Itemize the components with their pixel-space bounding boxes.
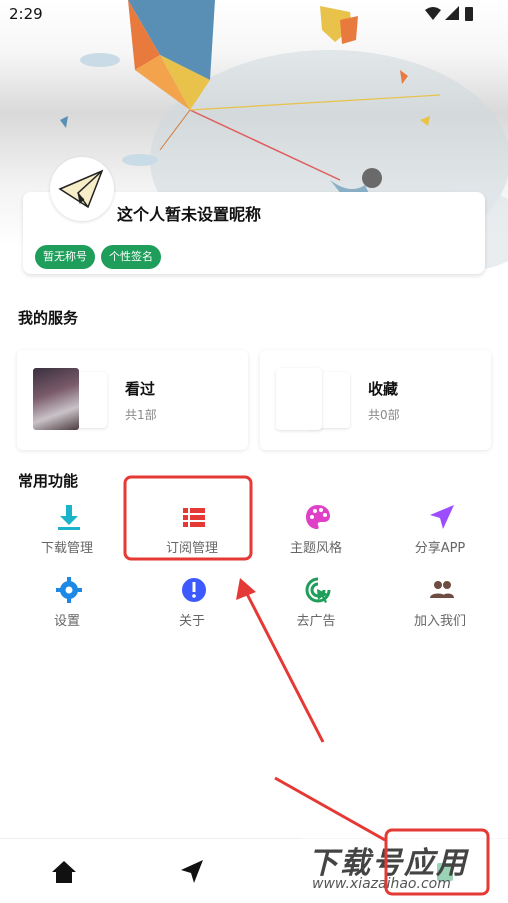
signal-icon [445, 6, 459, 20]
home-icon [52, 861, 76, 883]
cover-placeholder [276, 368, 322, 430]
watermark-url: www.xiazaihao.com [312, 876, 451, 892]
theme-style-label: 主题风格 [289, 541, 342, 556]
remove-ads-label: 去广告 [296, 614, 336, 629]
share-app-label: 分享APP [414, 541, 466, 556]
list-icon [183, 508, 205, 527]
about-button[interactable]: 关于 [142, 576, 242, 636]
tag-signature[interactable]: 个性签名 [101, 245, 161, 269]
history-card[interactable]: 看过 共1部 [17, 350, 248, 450]
avatar[interactable] [50, 157, 114, 221]
send-icon [181, 860, 203, 883]
battery-icon [465, 7, 473, 21]
cover-stack [33, 368, 108, 430]
cover-thumbnail [33, 368, 79, 430]
cover-stack [276, 368, 351, 430]
nav-discover[interactable] [177, 857, 207, 887]
wifi-icon [425, 7, 441, 20]
palette-icon [306, 505, 330, 529]
send-icon [430, 505, 454, 529]
download-manager-label: 下载管理 [40, 541, 93, 556]
download-icon [58, 505, 80, 530]
favorites-card[interactable]: 收藏 共0部 [260, 350, 491, 450]
info-icon [182, 578, 206, 602]
download-manager-button[interactable]: 下载管理 [17, 503, 117, 563]
favorites-count: 共0部 [368, 408, 400, 422]
share-app-button[interactable]: 分享APP [390, 503, 490, 563]
nickname[interactable]: 这个人暂未设置昵称 [117, 201, 261, 225]
favorites-title: 收藏 [368, 380, 399, 398]
tag-title[interactable]: 暂无称号 [35, 245, 95, 269]
status-time: 2:29 [9, 5, 43, 23]
group-icon [430, 581, 454, 598]
settings-button[interactable]: 设置 [17, 576, 117, 636]
services-title: 我的服务 [18, 309, 79, 327]
functions-title: 常用功能 [18, 472, 79, 490]
paper-plane-icon [58, 169, 104, 209]
history-title: 看过 [125, 380, 156, 398]
join-us-label: 加入我们 [413, 614, 466, 629]
cursor-click-icon [305, 577, 331, 603]
status-icons [425, 6, 473, 21]
status-bar: 2:29 [0, 0, 508, 28]
about-label: 关于 [178, 614, 205, 629]
subscription-manager-label: 订阅管理 [165, 541, 218, 556]
gear-icon [56, 577, 82, 603]
remove-ads-button[interactable]: 去广告 [266, 576, 366, 636]
subscription-manager-button[interactable]: 订阅管理 [142, 503, 242, 563]
history-count: 共1部 [125, 408, 157, 422]
settings-label: 设置 [53, 614, 80, 629]
theme-style-button[interactable]: 主题风格 [266, 503, 366, 563]
join-us-button[interactable]: 加入我们 [390, 576, 490, 636]
nav-home[interactable] [49, 857, 79, 887]
